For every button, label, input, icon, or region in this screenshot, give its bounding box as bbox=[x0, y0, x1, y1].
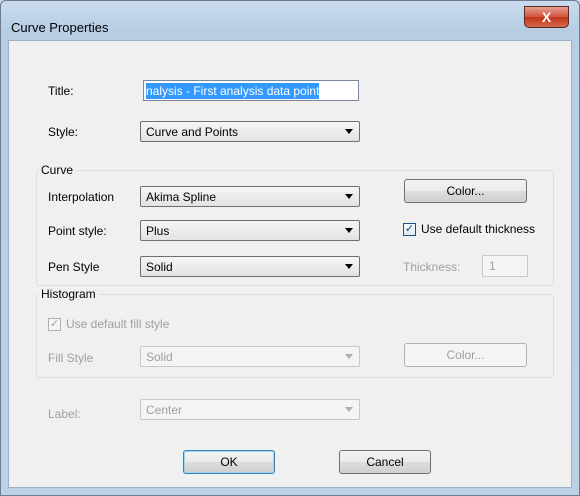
histogram-group-label: Histogram bbox=[39, 287, 98, 301]
use-default-fill-checkbox: ✓ bbox=[48, 318, 61, 331]
title-input-selection: nalysis - First analysis data point bbox=[146, 83, 320, 99]
chevron-down-icon bbox=[345, 228, 353, 233]
fill-style-dropdown: Solid bbox=[140, 346, 360, 367]
curve-color-button-label: Color... bbox=[446, 184, 485, 198]
ok-button[interactable]: OK bbox=[183, 450, 275, 474]
dialog-body: Title: nalysis - First analysis data poi… bbox=[8, 40, 572, 488]
thickness-input: 1 bbox=[482, 255, 528, 277]
point-style-value: Plus bbox=[146, 224, 170, 238]
style-label: Style: bbox=[48, 125, 79, 139]
fill-style-label: Fill Style bbox=[48, 351, 94, 365]
fill-color-button: Color... bbox=[404, 343, 527, 367]
pen-style-value: Solid bbox=[146, 260, 173, 274]
curve-color-button[interactable]: Color... bbox=[404, 179, 527, 203]
curve-group-label: Curve bbox=[39, 163, 76, 177]
fill-color-button-label: Color... bbox=[446, 348, 485, 362]
label-dropdown: Center bbox=[140, 399, 360, 420]
checkmark-icon: ✓ bbox=[49, 318, 60, 330]
point-style-label: Point style: bbox=[48, 224, 107, 238]
use-default-thickness-label[interactable]: Use default thickness bbox=[421, 222, 535, 236]
use-default-thickness-checkbox[interactable]: ✓ bbox=[403, 223, 416, 236]
chevron-down-icon bbox=[345, 264, 353, 269]
title-input[interactable]: nalysis - First analysis data point bbox=[143, 80, 359, 101]
thickness-label: Thickness: bbox=[403, 260, 461, 274]
interpolation-dropdown[interactable]: Akima Spline bbox=[140, 186, 360, 207]
point-style-dropdown[interactable]: Plus bbox=[140, 220, 360, 241]
fill-style-value: Solid bbox=[146, 350, 173, 364]
curve-properties-dialog: Curve Properties X Title: nalysis - Firs… bbox=[0, 0, 580, 496]
cancel-button-label: Cancel bbox=[366, 455, 404, 469]
thickness-value: 1 bbox=[489, 259, 496, 273]
chevron-down-icon bbox=[345, 407, 353, 412]
close-icon: X bbox=[541, 9, 552, 25]
interpolation-label: Interpolation bbox=[48, 190, 115, 204]
pen-style-label: Pen Style bbox=[48, 260, 100, 274]
checkmark-icon: ✓ bbox=[404, 223, 415, 235]
interpolation-value: Akima Spline bbox=[146, 190, 217, 204]
style-dropdown[interactable]: Curve and Points bbox=[140, 121, 360, 142]
use-default-fill-label: Use default fill style bbox=[66, 317, 170, 331]
ok-button-label: OK bbox=[220, 455, 238, 469]
dialog-title: Curve Properties bbox=[11, 20, 109, 35]
title-bar[interactable]: Curve Properties X bbox=[1, 1, 579, 41]
chevron-down-icon bbox=[345, 129, 353, 134]
close-button[interactable]: X bbox=[524, 6, 569, 28]
style-value: Curve and Points bbox=[146, 125, 239, 139]
chevron-down-icon bbox=[345, 354, 353, 359]
title-label: Title: bbox=[48, 84, 74, 98]
label-label: Label: bbox=[48, 407, 81, 421]
label-value: Center bbox=[146, 403, 183, 417]
cancel-button[interactable]: Cancel bbox=[339, 450, 431, 474]
pen-style-dropdown[interactable]: Solid bbox=[140, 256, 360, 277]
chevron-down-icon bbox=[345, 194, 353, 199]
